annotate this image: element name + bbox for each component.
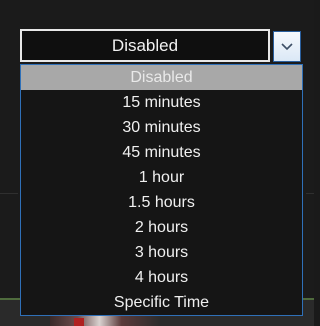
option-4-hours[interactable]: 4 hours: [21, 265, 302, 290]
option-3-hours[interactable]: 3 hours: [21, 240, 302, 265]
chevron-down-icon: [281, 42, 293, 50]
timer-select[interactable]: Disabled: [20, 29, 270, 62]
option-specific-time[interactable]: Specific Time: [21, 290, 302, 315]
option-45-minutes[interactable]: 45 minutes: [21, 140, 302, 165]
option-1-hour[interactable]: 1 hour: [21, 165, 302, 190]
option-disabled[interactable]: Disabled: [21, 65, 302, 90]
divider-line: [306, 193, 314, 194]
timer-select-value: Disabled: [111, 35, 179, 55]
dropdown-list: Disabled 15 minutes 30 minutes 45 minute…: [20, 64, 303, 316]
divider-line: [0, 193, 18, 194]
dropdown-toggle-button[interactable]: [273, 31, 301, 62]
option-30-minutes[interactable]: 30 minutes: [21, 115, 302, 140]
option-1-5-hours[interactable]: 1.5 hours: [21, 190, 302, 215]
option-2-hours[interactable]: 2 hours: [21, 215, 302, 240]
thumbnail-detail: [74, 318, 84, 326]
option-15-minutes[interactable]: 15 minutes: [21, 90, 302, 115]
